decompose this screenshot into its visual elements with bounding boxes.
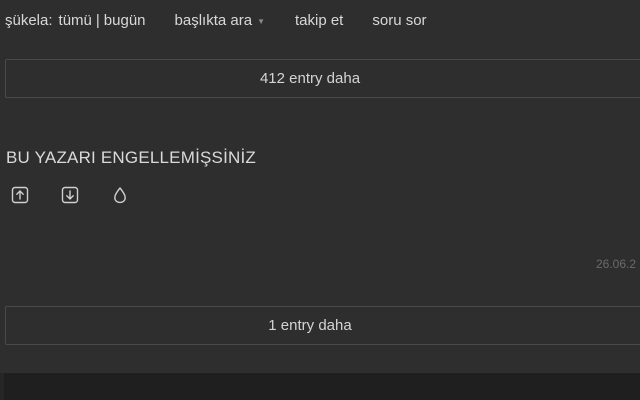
follow-button[interactable]: takip et — [295, 12, 343, 29]
upvote-icon[interactable] — [11, 186, 29, 204]
sukela-label: şükela: — [5, 11, 53, 29]
sukela-today-link[interactable]: bugün — [104, 12, 146, 29]
more-entries-label: 412 entry daha — [259, 70, 361, 87]
sukela-separator: | — [95, 11, 100, 29]
caret-down-icon: ▼ — [257, 16, 265, 26]
more-entries-button[interactable]: 412 entry daha — [5, 59, 640, 98]
more-entries-bottom-label: 1 entry daha — [268, 317, 352, 334]
drop-icon[interactable] — [111, 186, 129, 204]
topic-toolbar: şükela: tümü | bugün başlıkta ara ▼ takip… — [5, 10, 427, 30]
search-in-title-button[interactable]: başlıkta ara ▼ — [175, 12, 265, 29]
entry-date[interactable]: 26.06.2 — [596, 257, 636, 271]
sukela-all-link[interactable]: tümü — [59, 12, 92, 29]
downvote-icon[interactable] — [61, 186, 79, 204]
more-entries-button-bottom[interactable]: 1 entry daha — [5, 306, 640, 345]
blocked-author-notice: BU YAZARI ENGELLEMİŞSİNİZ — [6, 148, 256, 167]
next-entry-strip — [4, 373, 640, 400]
ask-question-button[interactable]: soru sor — [372, 12, 426, 29]
page: şükela: tümü | bugün başlıkta ara ▼ takip… — [0, 0, 640, 400]
search-in-title-label: başlıkta ara — [174, 11, 253, 29]
entry-actions — [11, 186, 129, 204]
